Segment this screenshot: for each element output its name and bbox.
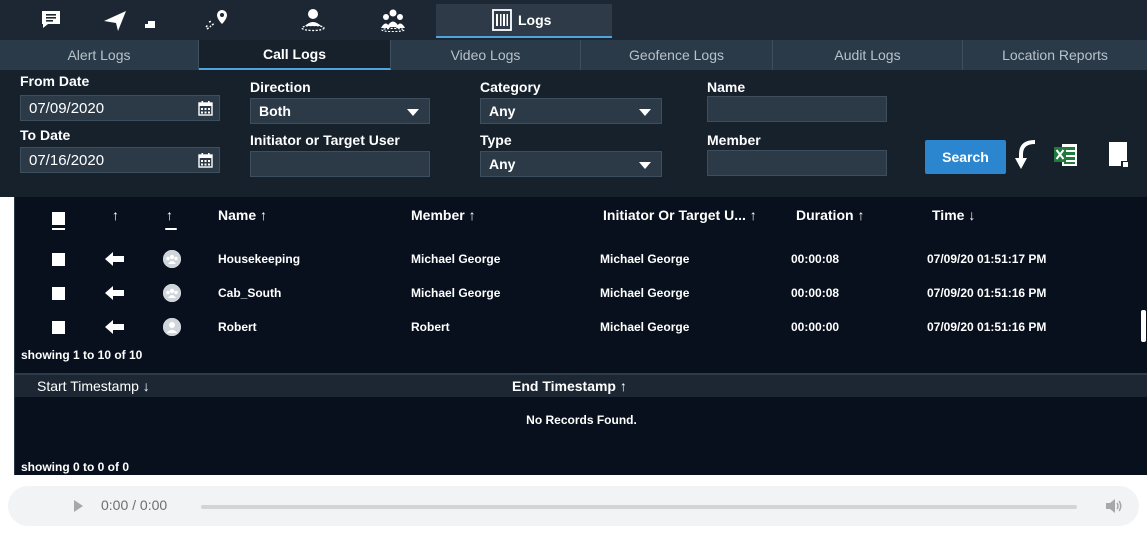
- row-initiator: Michael George: [600, 252, 690, 266]
- avatar-sort-underline: [165, 228, 177, 230]
- member-column-header[interactable]: Member ↑: [411, 207, 476, 223]
- volume-icon[interactable]: [1105, 498, 1123, 519]
- row-time: 07/09/20 01:51:16 PM: [927, 286, 1047, 300]
- direction-sort-icon[interactable]: ↑: [112, 207, 119, 223]
- navigation-icon[interactable]: [100, 0, 160, 40]
- row-checkbox[interactable]: [52, 253, 65, 266]
- direction-label: Direction: [250, 79, 311, 95]
- audio-progress-slider[interactable]: [201, 505, 1077, 509]
- timestamps-header: Start Timestamp ↓ End Timestamp ↑: [15, 375, 1147, 397]
- groups-icon[interactable]: [378, 0, 408, 40]
- name-input[interactable]: [707, 96, 887, 122]
- to-date-value: 07/16/2020: [29, 151, 105, 169]
- pdf-export-icon[interactable]: [1107, 140, 1131, 173]
- category-select[interactable]: Any: [480, 98, 662, 124]
- search-button[interactable]: Search: [925, 140, 1006, 174]
- from-date-value: 07/09/2020: [29, 99, 105, 117]
- scrollbar-thumb[interactable]: [1141, 310, 1146, 342]
- initiator-label: Initiator or Target User: [250, 132, 400, 148]
- outgoing-arrow-icon: [105, 252, 125, 271]
- location-users-icon[interactable]: [298, 0, 328, 40]
- top-nav-bar: Logs: [0, 0, 1147, 40]
- call-logs-table: ↑ ↑ Name ↑ Member ↑ Initiator Or Target …: [14, 197, 1147, 373]
- reset-icon[interactable]: [1015, 138, 1041, 177]
- row-name: Housekeeping: [218, 252, 301, 266]
- audio-player-area: 0:00 / 0:00: [0, 475, 1147, 533]
- tab-alert-logs[interactable]: Alert Logs: [0, 40, 199, 70]
- initiator-column-header[interactable]: Initiator Or Target U... ↑: [603, 207, 757, 223]
- empty-state-text: No Records Found.: [526, 413, 637, 427]
- category-value: Any: [489, 103, 516, 119]
- end-timestamp-header[interactable]: End Timestamp ↑: [512, 378, 627, 394]
- tab-video-logs[interactable]: Video Logs: [391, 40, 581, 70]
- category-label: Category: [480, 79, 541, 95]
- row-checkbox[interactable]: [52, 287, 65, 300]
- row-initiator: Michael George: [600, 320, 690, 334]
- from-date-field[interactable]: 07/09/2020: [20, 95, 220, 121]
- row-time: 07/09/20 01:51:17 PM: [927, 252, 1047, 266]
- filter-panel: From Date 07/09/2020 To Date 07/16/2020 …: [0, 70, 1147, 192]
- row-duration: 00:00:08: [791, 252, 840, 266]
- direction-value: Both: [259, 103, 291, 119]
- tab-logs[interactable]: Logs: [436, 4, 612, 38]
- table-row[interactable]: Housekeeping Michael George Michael Geor…: [15, 242, 1140, 276]
- name-label: Name: [707, 79, 746, 95]
- outgoing-arrow-icon: [105, 286, 125, 305]
- type-select[interactable]: Any: [480, 151, 662, 177]
- tab-geofence-logs[interactable]: Geofence Logs: [581, 40, 773, 70]
- name-column-header[interactable]: Name ↑: [218, 207, 267, 223]
- user-avatar-icon: [163, 318, 181, 336]
- row-member: Michael George: [411, 286, 501, 300]
- avatar-sort-icon[interactable]: ↑: [166, 207, 173, 223]
- chevron-down-icon: [407, 109, 419, 116]
- row-duration: 00:00:08: [791, 286, 840, 300]
- audio-time: 0:00 / 0:00: [101, 497, 168, 513]
- row-checkbox[interactable]: [52, 321, 65, 334]
- excel-export-icon[interactable]: [1053, 142, 1079, 173]
- calendar-icon[interactable]: [198, 101, 213, 120]
- chevron-down-icon: [639, 109, 651, 116]
- to-date-field[interactable]: 07/16/2020: [20, 147, 220, 173]
- select-all-underline: [52, 228, 65, 230]
- messages-icon[interactable]: [36, 0, 66, 40]
- row-initiator: Michael George: [600, 286, 690, 300]
- geofence-icon[interactable]: [203, 0, 233, 40]
- chevron-down-icon: [639, 162, 651, 169]
- row-time: 07/09/20 01:51:16 PM: [927, 320, 1047, 334]
- duration-column-header[interactable]: Duration ↑: [796, 207, 864, 223]
- pagination-info: showing 0 to 0 of 0: [21, 460, 130, 474]
- group-avatar-icon: [163, 250, 181, 268]
- table-row[interactable]: Cab_South Michael George Michael George …: [15, 276, 1140, 310]
- time-column-header[interactable]: Time ↓: [932, 207, 975, 223]
- row-duration: 00:00:00: [791, 320, 840, 334]
- row-name: Robert: [218, 320, 257, 334]
- table-row[interactable]: Robert Robert Michael George 00:00:00 07…: [15, 310, 1140, 344]
- calendar-icon[interactable]: [198, 153, 213, 172]
- group-avatar-icon: [163, 284, 181, 302]
- logs-icon: [492, 9, 512, 34]
- member-label: Member: [707, 132, 761, 148]
- start-timestamp-header[interactable]: Start Timestamp ↓: [37, 378, 150, 394]
- initiator-input[interactable]: [250, 151, 430, 177]
- direction-select[interactable]: Both: [250, 98, 430, 124]
- type-value: Any: [489, 156, 516, 172]
- row-member: Robert: [411, 320, 450, 334]
- type-label: Type: [480, 132, 512, 148]
- tab-location-reports[interactable]: Location Reports: [963, 40, 1147, 70]
- outgoing-arrow-icon: [105, 320, 125, 339]
- to-date-label: To Date: [20, 127, 71, 143]
- row-name: Cab_South: [218, 286, 282, 300]
- from-date-label: From Date: [20, 73, 90, 89]
- select-all-checkbox[interactable]: [52, 212, 65, 225]
- pagination-info: showing 1 to 10 of 10: [21, 348, 143, 362]
- row-member: Michael George: [411, 252, 501, 266]
- tab-audit-logs[interactable]: Audit Logs: [773, 40, 963, 70]
- timestamps-table: Start Timestamp ↓ End Timestamp ↑ No Rec…: [14, 373, 1147, 475]
- tab-call-logs[interactable]: Call Logs: [199, 40, 391, 70]
- audio-player: 0:00 / 0:00: [8, 486, 1139, 526]
- member-input[interactable]: [707, 150, 887, 176]
- play-icon[interactable]: [74, 500, 83, 512]
- log-type-tabs: Alert Logs Call Logs Video Logs Geofence…: [0, 40, 1147, 70]
- logs-tab-label: Logs: [518, 12, 552, 28]
